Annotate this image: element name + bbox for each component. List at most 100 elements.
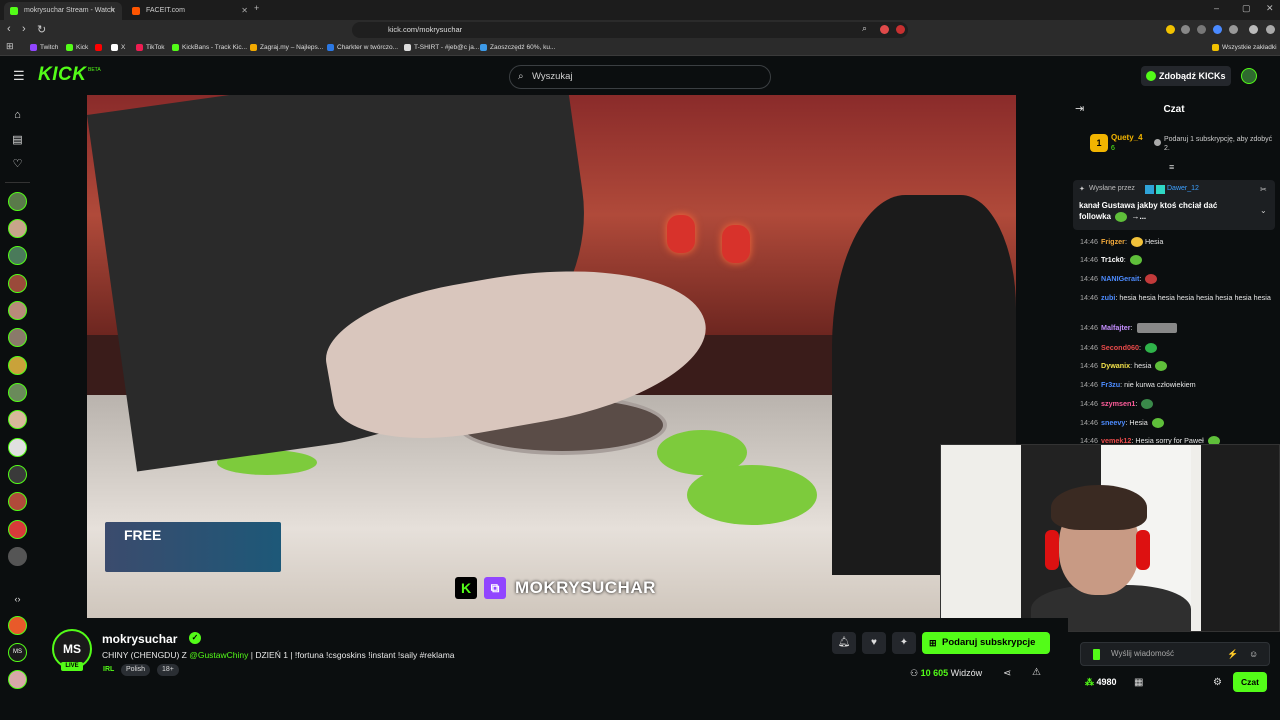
expand-leaderboard-icon[interactable]: ≡ [1169, 162, 1174, 172]
chat-message[interactable]: 14:46 Frigzer: Hesia [1080, 236, 1275, 248]
followed-channel-avatar[interactable] [8, 438, 27, 457]
bookmark-item[interactable]: Zagraj.my – Najleps... [250, 40, 323, 56]
chat-message[interactable]: 14:46 Second060: [1080, 342, 1275, 354]
menu-icon[interactable] [1266, 25, 1275, 34]
kick-emote-icon[interactable]: ⚡ [1227, 643, 1238, 665]
streamer-name[interactable]: mokrysuchar [102, 632, 177, 646]
chat-message[interactable]: 14:46 szymsen1: [1080, 398, 1275, 410]
followed-channel-avatar[interactable] [8, 192, 27, 211]
follow-button[interactable]: ♥ [862, 632, 886, 654]
share-icon[interactable]: ⋖ [1003, 668, 1011, 679]
apps-icon[interactable]: ⊞ [6, 41, 14, 52]
extension-icon[interactable] [880, 25, 889, 34]
gift-subscription-button[interactable]: ⊞ Podaruj subskrypcje [922, 632, 1050, 654]
following-icon[interactable]: ♡ [10, 157, 25, 172]
chat-message[interactable]: 14:46 Tr1ck0: [1080, 254, 1275, 266]
get-kicks-button[interactable]: Zdobądź KICKs [1141, 66, 1231, 86]
zoom-icon[interactable]: ⌕ [862, 23, 867, 34]
mention-link[interactable]: @GustawChiny [189, 650, 248, 660]
followed-channel-avatar[interactable] [8, 547, 27, 566]
bookmark-item[interactable]: Twitch [30, 40, 58, 56]
extension-icon[interactable] [1166, 25, 1175, 34]
reload-icon[interactable]: ↻ [37, 23, 46, 36]
chat-message[interactable]: 14:46 sneevy: Hesia [1080, 417, 1275, 429]
kick-logo[interactable]: KICK [38, 64, 86, 86]
minimize-icon[interactable]: – [1214, 3, 1219, 13]
followed-channel-avatar[interactable] [8, 492, 27, 511]
chat-message[interactable]: 14:46 Malfajter: [1080, 322, 1275, 334]
collapse-sidebar-icon[interactable]: ‹› [10, 592, 25, 607]
tag-pill[interactable]: Polish [121, 664, 151, 676]
bookmark-item[interactable]: T-SHIRT - #jeb@c ja... [404, 40, 479, 56]
category-link[interactable]: IRL [98, 664, 119, 676]
channel-points[interactable]: ⁂ 4980 [1085, 677, 1117, 688]
tag-pill[interactable]: 18+ [157, 664, 179, 676]
bookmark-item[interactable]: KickBans - Track Kic... [172, 40, 247, 56]
followed-channel-avatar[interactable] [8, 356, 27, 375]
pinned-message[interactable]: ✦ Wysłane przez Dawer_12 ✂ kanał Gustawa… [1073, 180, 1275, 230]
extension-icon[interactable] [1213, 25, 1222, 34]
chat-send-button[interactable]: Czat [1233, 672, 1267, 692]
followed-channel-avatar[interactable] [8, 274, 27, 293]
chevron-down-icon[interactable]: ⌄ [1260, 206, 1267, 215]
extension-icon[interactable] [1181, 25, 1190, 34]
forward-icon[interactable]: › [22, 23, 26, 35]
tab-faceit[interactable]: FACEIT.com ✕ [126, 2, 254, 20]
report-icon[interactable]: ⚠ [1032, 667, 1041, 678]
new-tab-button[interactable]: + [254, 3, 259, 13]
unpin-icon[interactable]: ✂ [1260, 185, 1267, 194]
close-tab-icon[interactable]: ✕ [241, 2, 248, 20]
bookmark-item[interactable]: TikTok [136, 40, 165, 56]
recommended-channel-avatar[interactable] [8, 670, 27, 689]
user-avatar[interactable] [1241, 68, 1257, 84]
chat-message[interactable]: 14:46 Dywanix: hesia [1080, 360, 1275, 372]
alert-icon[interactable] [896, 25, 905, 34]
clip-button[interactable]: ✦ [892, 632, 916, 654]
lantern [667, 215, 695, 253]
followed-channel-avatar[interactable] [8, 246, 27, 265]
chat-message[interactable]: 14:46 Fr3zu: nie kurwa człowiekiem [1080, 379, 1275, 390]
url-field[interactable]: kick.com/mokrysuchar [352, 22, 908, 38]
maximize-icon[interactable]: ▢ [1242, 3, 1251, 14]
tab-kick[interactable]: mokrysuchar Stream - Watch ✕ [4, 2, 122, 20]
extension-icon[interactable] [1229, 25, 1238, 34]
store-icon[interactable]: ▦ [1134, 677, 1143, 688]
kick-logo-icon: K [455, 577, 477, 599]
bookmark-item[interactable]: X [111, 40, 125, 56]
settings-icon[interactable]: ⚙ [1213, 677, 1222, 688]
headset [1045, 530, 1059, 570]
bookmark-item[interactable]: Kick [66, 40, 88, 56]
bookmark-item[interactable]: Zaoszczędź 60%, ku... [480, 40, 555, 56]
chat-message[interactable]: 14:46 zubi: hesia hesia hesia hesia hesia… [1080, 292, 1275, 303]
followed-channel-avatar[interactable] [8, 465, 27, 484]
emote-icon [1145, 274, 1158, 285]
home-icon[interactable]: ⌂ [10, 108, 25, 123]
browse-icon[interactable]: ▤ [10, 133, 25, 148]
extension-icon[interactable] [1197, 25, 1206, 34]
followed-channel-avatar[interactable] [8, 301, 27, 320]
back-icon[interactable]: ‹ [7, 23, 11, 35]
live-badge: LIVE [61, 662, 83, 671]
recommended-channel-avatar[interactable]: MS [8, 643, 27, 662]
followed-channel-avatar[interactable] [8, 219, 27, 238]
media-icon[interactable] [1249, 25, 1258, 34]
followed-channel-avatar[interactable] [8, 410, 27, 429]
all-bookmarks[interactable]: Wszystkie zakładki [1212, 40, 1277, 56]
bookmarks-bar: ⊞ Twitch Kick X TikTok KickBans - Track … [0, 40, 1280, 56]
recommended-channel-avatar[interactable] [8, 616, 27, 635]
top-gifter-name[interactable]: Quety_4 [1111, 133, 1143, 142]
pinned-user[interactable]: Dawer_12 [1167, 185, 1199, 192]
menu-icon[interactable]: ☰ [13, 68, 25, 84]
chat-message[interactable]: 14:46 NANIGerait: [1080, 273, 1275, 285]
notifications-button[interactable]: 🔔︎ [832, 632, 856, 654]
followed-channel-avatar[interactable] [8, 520, 27, 539]
bookmark-item[interactable] [95, 40, 105, 56]
bookmark-item[interactable]: Charkter w twórczo... [327, 40, 398, 56]
followed-channel-avatar[interactable] [8, 383, 27, 402]
search-input[interactable]: ⌕ Wyszukaj [509, 65, 771, 89]
close-tab-icon[interactable]: ✕ [109, 2, 116, 20]
chat-input[interactable]: Wyślij wiadomość ⚡ ☺ [1080, 642, 1270, 666]
emoji-icon[interactable]: ☺ [1249, 643, 1258, 665]
followed-channel-avatar[interactable] [8, 328, 27, 347]
close-window-icon[interactable]: ✕ [1266, 3, 1274, 14]
